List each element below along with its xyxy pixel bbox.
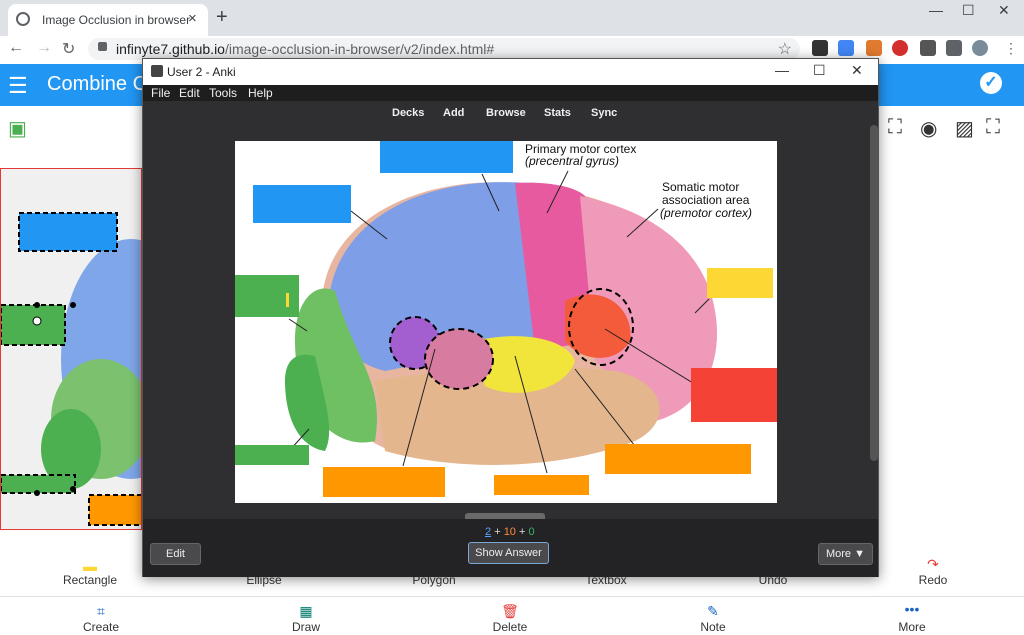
label-somatic: Somatic motor [662, 180, 740, 194]
card-image: Primary motor cortex (precentral gyrus) … [235, 141, 777, 503]
lock-icon [98, 42, 107, 51]
rectangle-icon[interactable]: ▬ [30, 558, 150, 574]
trash-icon[interactable]: 🗑 [450, 603, 570, 620]
delete-button[interactable]: Delete [450, 620, 570, 634]
check-icon[interactable]: ✓ [980, 72, 1002, 94]
anki-titlebar: User 2 - Anki — ☐ ✕ [143, 59, 878, 85]
extension-icon[interactable] [866, 40, 882, 56]
back-icon[interactable]: ← [8, 39, 24, 57]
anki-app-icon [151, 65, 163, 77]
menu-edit[interactable]: Edit [179, 86, 200, 100]
redo-button[interactable]: Redo [873, 573, 993, 587]
kebab-menu-icon[interactable]: ⋮ [1004, 40, 1018, 57]
note-icon[interactable]: ✎ [653, 603, 773, 620]
minimize-icon[interactable]: — [775, 62, 789, 78]
occlusion-box [235, 445, 309, 465]
toolbar-sync[interactable]: Sync [591, 107, 617, 119]
redo-icon[interactable]: ↷ [873, 556, 993, 573]
show-answer-button[interactable]: Show Answer [468, 542, 549, 564]
occlusion-box [707, 268, 773, 298]
occlusion-box [235, 275, 299, 317]
occlusion-box [253, 185, 351, 223]
anki-toolbar: Decks Add Browse Stats Sync [143, 103, 878, 125]
draw-button[interactable]: Draw [246, 620, 366, 634]
image-icon[interactable]: ▨ [955, 116, 974, 141]
note-button[interactable]: Note [653, 620, 773, 634]
main-toolbar: ⌗ Create ▦ Draw 🗑 Delete ✎ Note ••• More [0, 596, 1024, 635]
forward-icon[interactable]: → [36, 39, 52, 57]
more-button[interactable]: More ▼ [818, 543, 873, 565]
draw-grid-icon[interactable]: ▦ [246, 603, 366, 620]
label-precentral: (precentral gyrus) [525, 154, 620, 168]
count-new[interactable]: 2 [485, 526, 491, 538]
create-button[interactable]: Create [41, 620, 161, 634]
picture-in-picture-icon[interactable] [812, 40, 828, 56]
anki-window-title: User 2 - Anki [167, 65, 236, 79]
more-dots-icon[interactable]: ••• [852, 601, 972, 617]
maximize-icon[interactable]: ☐ [962, 2, 975, 19]
menu-file[interactable]: File [151, 86, 170, 100]
add-image-icon[interactable]: ▣ [8, 116, 27, 141]
maximize-icon[interactable]: ☐ [813, 62, 826, 79]
canvas-drawing [1, 212, 141, 526]
more-button[interactable]: More [852, 620, 972, 634]
crop-icon[interactable]: ⌗ [41, 603, 161, 620]
reload-icon[interactable]: ↻ [62, 39, 75, 59]
menu-tools[interactable]: Tools [209, 86, 237, 100]
count-learning: 10 [503, 526, 516, 538]
occlusion-box [605, 444, 751, 474]
splitter-handle[interactable] [465, 513, 545, 519]
browser-tab[interactable]: Image Occlusion in browser × [8, 4, 208, 36]
editor-canvas[interactable] [0, 168, 142, 530]
occlusion-box [494, 475, 589, 495]
globe-icon [16, 12, 30, 26]
menu-help[interactable]: Help [248, 86, 273, 100]
close-window-icon[interactable]: ✕ [998, 2, 1010, 19]
extension-icon-2[interactable] [920, 40, 936, 56]
omnibox[interactable]: infinyte7.github.io/image-occlusion-in-b… [88, 38, 800, 60]
label-premotor: (premotor cortex) [660, 206, 753, 220]
anki-menubar: File Edit Tools Help [143, 85, 878, 101]
new-tab-button[interactable]: + [216, 6, 228, 29]
adblock-icon[interactable] [892, 40, 908, 56]
count-review: 0 [528, 526, 535, 538]
url-text[interactable]: infinyte7.github.io/image-occlusion-in-b… [116, 41, 494, 57]
profile-avatar[interactable] [972, 40, 988, 56]
minimize-icon[interactable]: — [929, 2, 943, 18]
scrollbar[interactable] [870, 125, 878, 461]
label-association: association area [662, 193, 750, 207]
hamburger-menu-icon[interactable]: ☰ [8, 73, 28, 99]
close-icon[interactable]: ✕ [851, 62, 863, 79]
translate-icon[interactable] [838, 40, 854, 56]
due-counts: 2 + 10 + 0 [485, 526, 535, 538]
edit-button[interactable]: Edit [150, 543, 201, 565]
rectangle-tool[interactable]: Rectangle [30, 573, 150, 587]
bookmark-star-icon[interactable]: ☆ [778, 39, 792, 59]
fullscreen-icon[interactable]: ⛶ [986, 116, 1000, 139]
toolbar-browse[interactable]: Browse [486, 107, 526, 119]
close-tab-icon[interactable]: × [188, 10, 197, 27]
toolbar-decks[interactable]: Decks [392, 107, 424, 119]
toolbar-stats[interactable]: Stats [544, 107, 571, 119]
occlusion-box [380, 141, 513, 173]
occlusion-box [691, 368, 777, 422]
puzzle-icon[interactable] [946, 40, 962, 56]
palette-icon[interactable]: ◉ [920, 116, 937, 141]
tab-title: Image Occlusion in browser [42, 13, 191, 27]
toolbar-add[interactable]: Add [443, 107, 464, 119]
anki-window: User 2 - Anki — ☐ ✕ File Edit Tools Help… [142, 58, 879, 577]
occlusion-box [323, 467, 445, 497]
fit-screen-icon[interactable]: ⛶ [888, 116, 902, 139]
browser-tabstrip: Image Occlusion in browser × + — ☐ ✕ [0, 0, 1024, 36]
